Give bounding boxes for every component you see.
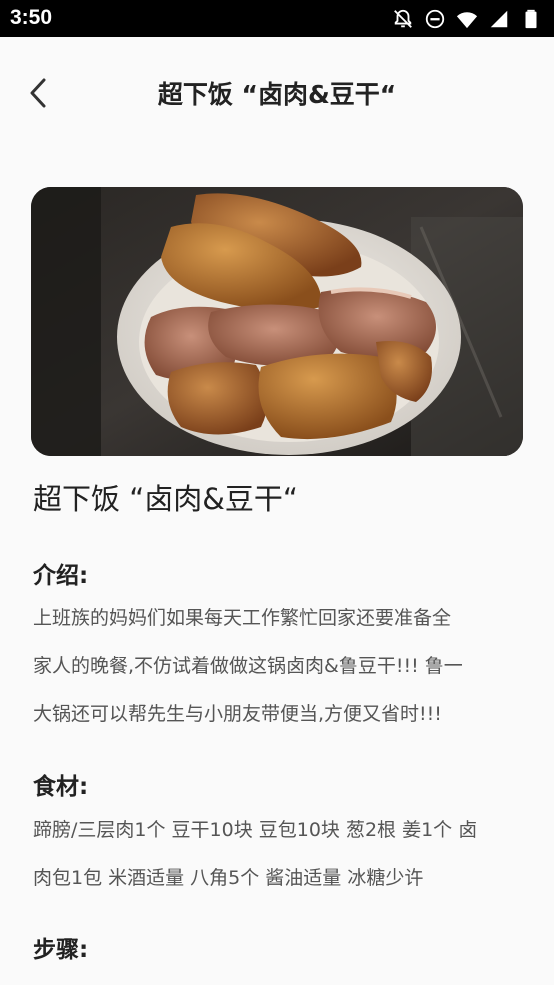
do-not-disturb-icon xyxy=(424,8,446,30)
intro-heading: 介绍: xyxy=(33,563,89,589)
notifications-off-icon xyxy=(392,8,414,30)
back-button[interactable] xyxy=(18,73,58,113)
page-title: 超下饭 “卤肉&豆干“ xyxy=(157,80,397,109)
app-bar: 超下饭 “卤肉&豆干“ xyxy=(0,37,554,149)
cellular-signal-icon xyxy=(488,8,510,30)
intro-line: 大锅还可以帮先生与小朋友带便当,方便又省时!!! xyxy=(33,703,442,725)
status-icons xyxy=(392,7,542,31)
ingredients-text: 蹄膀/三层肉1个 豆干10块 豆包10块 葱2根 姜1个 卤 肉包1包 米酒适量… xyxy=(33,806,523,902)
status-time: 3:50 xyxy=(10,6,53,29)
intro-line: 上班族的妈妈们如果每天工作繁忙回家还要准备全 xyxy=(33,607,452,629)
status-bar: 3:50 xyxy=(0,0,554,37)
ingredients-heading: 食材: xyxy=(33,774,89,800)
intro-line: 家人的晚餐,不仿试着做做这锅卤肉&鲁豆干!!! 鲁一 xyxy=(33,655,463,677)
wifi-icon xyxy=(456,8,478,30)
ingredients-line: 蹄膀/三层肉1个 豆干10块 豆包10块 葱2根 姜1个 卤 xyxy=(33,819,478,841)
ingredients-line: 肉包1包 米酒适量 八角5个 酱油适量 冰糖少许 xyxy=(33,867,424,889)
chevron-left-icon xyxy=(30,78,46,108)
intro-text: 上班族的妈妈们如果每天工作繁忙回家还要准备全 家人的晚餐,不仿试着做做这锅卤肉&… xyxy=(33,594,523,738)
recipe-title: 超下饭 “卤肉&豆干“ xyxy=(33,482,298,516)
steps-heading: 步骤: xyxy=(33,937,89,963)
recipe-photo xyxy=(31,187,523,456)
battery-icon xyxy=(520,8,542,30)
